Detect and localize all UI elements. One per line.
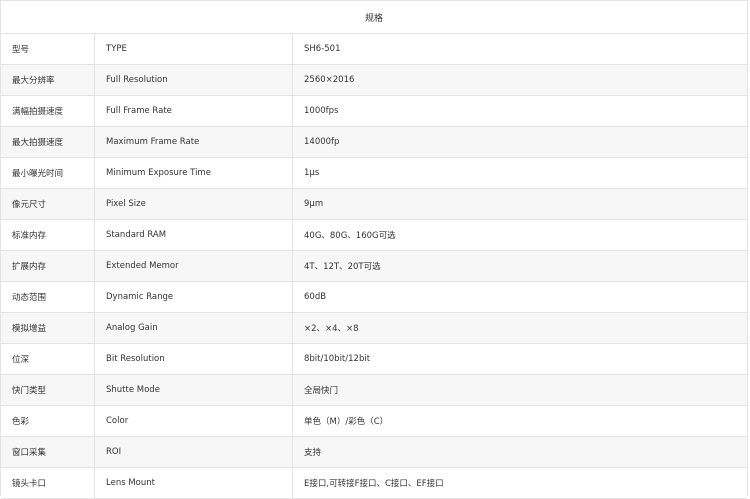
spec-name-zh: 最小曝光时间	[1, 158, 95, 188]
table-row: 镜头卡口 Lens Mount E接口,可转接F接口、C接口、EF接口	[1, 468, 747, 499]
table-row: 窗口采集 ROI 支持	[1, 437, 747, 468]
spec-name-en: Lens Mount	[95, 468, 293, 498]
table-row: 型号 TYPE SH6-501	[1, 34, 747, 65]
table-row: 标准内存 Standard RAM 40G、80G、160G可选	[1, 220, 747, 251]
spec-name-zh: 像元尺寸	[1, 189, 95, 219]
spec-name-zh: 模拟增益	[1, 313, 95, 343]
spec-name-en: Full Resolution	[95, 65, 293, 95]
spec-table: 规格 型号 TYPE SH6-501 最大分辨率 Full Resolution 2560…	[0, 0, 748, 499]
table-body: 型号 TYPE SH6-501 最大分辨率 Full Resolution 2560×20…	[1, 34, 747, 499]
spec-value: 2560×2016	[304, 75, 355, 85]
spec-value: 4T、12T、20T可选	[304, 262, 381, 272]
spec-value: 1000fps	[304, 106, 339, 116]
spec-name-en: Full Frame Rate	[95, 96, 293, 126]
table-row: 像元尺寸 Pixel Size 9μm	[1, 189, 747, 220]
spec-name-zh: 扩展内存	[1, 251, 95, 281]
table-row: 位深 Bit Resolution 8bit/10bit/12bit	[1, 344, 747, 375]
spec-name-zh: 镜头卡口	[1, 468, 95, 498]
spec-name-zh: 位深	[1, 344, 95, 374]
spec-value: 全局快门	[304, 386, 339, 396]
table-row: 动态范围 Dynamic Range 60dB	[1, 282, 747, 313]
spec-name-en: Maximum Frame Rate	[95, 127, 293, 157]
table-row: 色彩 Color 单色（M）/彩色（C）	[1, 406, 747, 437]
spec-value: SH6-501	[304, 44, 341, 54]
spec-value: 60dB	[304, 292, 327, 302]
table-row: 扩展内存 Extended Memor 4T、12T、20T可选	[1, 251, 747, 282]
table-row: 最大拍摄速度 Maximum Frame Rate 14000fp	[1, 127, 747, 158]
spec-value: E接口,可转接F接口、C接口、EF接口	[304, 479, 444, 489]
spec-value: 单色（M）/彩色（C）	[304, 417, 389, 427]
spec-name-zh: 色彩	[1, 406, 95, 436]
spec-name-zh: 动态范围	[1, 282, 95, 312]
spec-name-zh: 最大拍摄速度	[1, 127, 95, 157]
table-row: 最大分辨率 Full Resolution 2560×2016	[1, 65, 747, 96]
spec-name-en: TYPE	[95, 34, 293, 64]
spec-name-en: Shutte Mode	[95, 375, 293, 405]
table-row: 模拟增益 Analog Gain ×2、×4、×8	[1, 313, 747, 344]
spec-name-zh: 型号	[1, 34, 95, 64]
table-title: 规格	[1, 1, 747, 34]
spec-name-en: Extended Memor	[95, 251, 293, 281]
spec-value: ×2、×4、×8	[304, 324, 359, 334]
spec-value: 1μs	[304, 168, 320, 178]
spec-name-zh: 满幅拍摄速度	[1, 96, 95, 126]
table-row: 满幅拍摄速度 Full Frame Rate 1000fps	[1, 96, 747, 127]
spec-value: 9μm	[304, 199, 324, 209]
spec-name-en: Color	[95, 406, 293, 436]
spec-name-en: Pixel Size	[95, 189, 293, 219]
spec-value: 8bit/10bit/12bit	[304, 354, 371, 364]
spec-name-en: Dynamic Range	[95, 282, 293, 312]
spec-value: 14000fp	[304, 137, 340, 147]
spec-value: 40G、80G、160G可选	[304, 231, 396, 241]
spec-value: 支持	[304, 448, 322, 458]
spec-name-en: Standard RAM	[95, 220, 293, 250]
table-row: 最小曝光时间 Minimum Exposure Time 1μs	[1, 158, 747, 189]
spec-name-en: Minimum Exposure Time	[95, 158, 293, 188]
spec-name-en: ROI	[95, 437, 293, 467]
spec-name-zh: 最大分辨率	[1, 65, 95, 95]
spec-name-en: Bit Resolution	[95, 344, 293, 374]
table-row: 快门类型 Shutte Mode 全局快门	[1, 375, 747, 406]
spec-name-zh: 窗口采集	[1, 437, 95, 467]
spec-name-zh: 标准内存	[1, 220, 95, 250]
spec-name-en: Analog Gain	[95, 313, 293, 343]
spec-name-zh: 快门类型	[1, 375, 95, 405]
